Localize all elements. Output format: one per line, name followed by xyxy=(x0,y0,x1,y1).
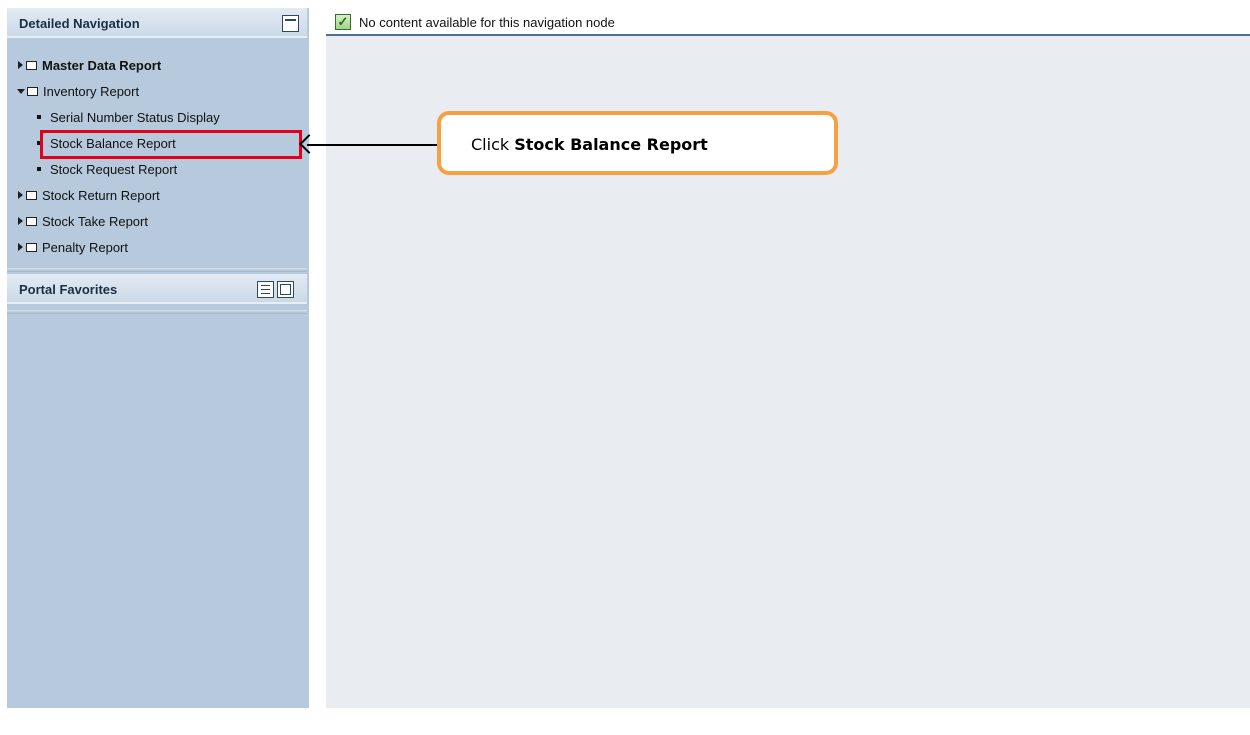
folder-icon xyxy=(27,86,38,96)
expand-arrow-icon[interactable] xyxy=(18,243,23,251)
pointer-arrow-line xyxy=(307,144,442,146)
success-check-icon: ✓ xyxy=(335,14,351,30)
tree-item-label: Penalty Report xyxy=(42,239,128,255)
tree-item-label: Serial Number Status Display xyxy=(50,109,220,125)
bullet-icon xyxy=(37,167,41,171)
minimize-icon xyxy=(285,19,296,21)
expand-arrow-icon[interactable] xyxy=(18,217,23,225)
callout-text: Click Stock Balance Report xyxy=(471,135,708,154)
expand-arrow-icon[interactable] xyxy=(18,191,23,199)
message-bar: ✓ No content available for this navigati… xyxy=(326,8,1250,36)
maximize-panel-button[interactable] xyxy=(277,281,294,298)
folder-icon xyxy=(26,190,37,200)
tree-item-stock-take-report[interactable]: Stock Take Report xyxy=(7,208,307,234)
collapse-panel-button[interactable] xyxy=(282,15,299,32)
detailed-navigation-title: Detailed Navigation xyxy=(19,16,140,31)
message-text: No content available for this navigation… xyxy=(359,15,615,30)
maximize-icon xyxy=(280,284,291,295)
tree-item-serial-number-status-display[interactable]: Serial Number Status Display xyxy=(7,104,307,130)
portal-favorites-header: Portal Favorites xyxy=(7,274,307,304)
highlight-box xyxy=(40,130,302,159)
sidebar: Detailed Navigation Master Data Report I… xyxy=(7,8,309,708)
tree-item-inventory-report[interactable]: Inventory Report xyxy=(7,78,307,104)
tree-item-label: Master Data Report xyxy=(42,57,162,73)
instruction-callout: Click Stock Balance Report xyxy=(437,111,838,175)
tree-item-label: Stock Return Report xyxy=(42,187,160,203)
tree-item-penalty-report[interactable]: Penalty Report xyxy=(7,234,307,260)
portal-favorites-title: Portal Favorites xyxy=(19,282,118,297)
detailed-navigation-header: Detailed Navigation xyxy=(7,8,307,38)
bullet-icon xyxy=(37,115,41,119)
collapse-arrow-icon[interactable] xyxy=(17,88,25,94)
panel-divider xyxy=(7,268,307,272)
callout-bold-text: Stock Balance Report xyxy=(514,135,708,154)
menu-icon-line xyxy=(261,289,270,290)
menu-icon-line xyxy=(261,293,270,294)
expand-arrow-icon[interactable] xyxy=(18,61,23,69)
tree-item-stock-return-report[interactable]: Stock Return Report xyxy=(7,182,307,208)
tree-item-label: Stock Request Report xyxy=(50,161,178,177)
tree-item-master-data-report[interactable]: Master Data Report xyxy=(7,52,307,78)
folder-icon xyxy=(26,216,37,226)
tree-item-stock-request-report[interactable]: Stock Request Report xyxy=(7,156,307,182)
tree-item-label: Stock Take Report xyxy=(42,213,148,229)
folder-icon xyxy=(26,242,37,252)
callout-prefix: Click xyxy=(471,135,515,154)
folder-icon xyxy=(26,60,37,70)
tree-item-label: Inventory Report xyxy=(43,83,140,99)
menu-icon xyxy=(261,285,270,286)
panel-divider xyxy=(7,310,307,314)
favorites-menu-button[interactable] xyxy=(257,281,274,298)
